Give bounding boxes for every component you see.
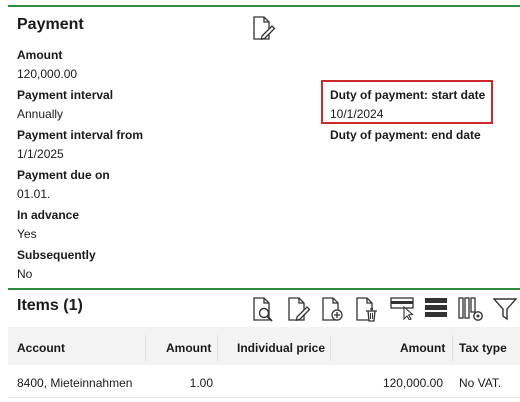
in-advance-value: Yes (17, 227, 37, 241)
card-select-icon[interactable] (390, 296, 416, 320)
column-separator (217, 335, 218, 361)
amount-label: Amount (17, 48, 63, 62)
in-advance-label: In advance (17, 208, 80, 222)
row-amount: 1.00 (189, 376, 213, 390)
payment-section-title: Payment (17, 16, 84, 33)
document-edit-icon[interactable] (287, 296, 311, 322)
payment-interval-value: Annually (17, 107, 64, 121)
section-divider (8, 288, 520, 290)
items-section-title: Items (1) (17, 297, 83, 314)
items-table-header: Account Amount Individual price Amount T… (8, 327, 520, 365)
amount-value: 120,000.00 (17, 67, 78, 81)
top-divider (8, 5, 520, 7)
column-header-amount[interactable]: Amount (166, 341, 211, 355)
column-settings-icon[interactable] (458, 296, 484, 322)
duty-start-value: 10/1/2024 (330, 107, 384, 121)
column-header-tax-type[interactable]: Tax type (459, 341, 507, 355)
document-search-icon[interactable] (252, 296, 276, 322)
document-add-icon[interactable] (321, 296, 345, 322)
column-header-account[interactable]: Account (17, 341, 65, 355)
row-divider (8, 397, 520, 398)
rows-icon[interactable] (424, 296, 448, 320)
subsequently-label: Subsequently (17, 248, 96, 262)
duty-end-label: Duty of payment: end date (330, 128, 481, 142)
column-header-individual-price[interactable]: Individual price (237, 341, 325, 355)
column-separator (330, 335, 331, 361)
payment-due-value: 01.01. (17, 187, 51, 201)
column-separator (452, 335, 453, 361)
document-delete-icon[interactable] (355, 296, 379, 322)
payment-interval-from-label: Payment interval from (17, 128, 144, 142)
edit-document-icon[interactable] (252, 15, 276, 41)
payment-due-label: Payment due on (17, 168, 110, 182)
filter-icon[interactable] (493, 296, 517, 322)
row-account[interactable]: 8400, Mieteinnahmen (17, 376, 132, 390)
payment-interval-label: Payment interval (17, 88, 114, 102)
subsequently-value: No (17, 267, 33, 281)
row-tax-type: No VAT. (459, 376, 502, 390)
duty-start-label: Duty of payment: start date (330, 88, 486, 102)
row-total-amount: 120,000.00 (382, 376, 443, 390)
payment-interval-from-value: 1/1/2025 (17, 147, 64, 161)
column-header-total-amount[interactable]: Amount (400, 341, 445, 355)
column-separator (145, 335, 146, 361)
